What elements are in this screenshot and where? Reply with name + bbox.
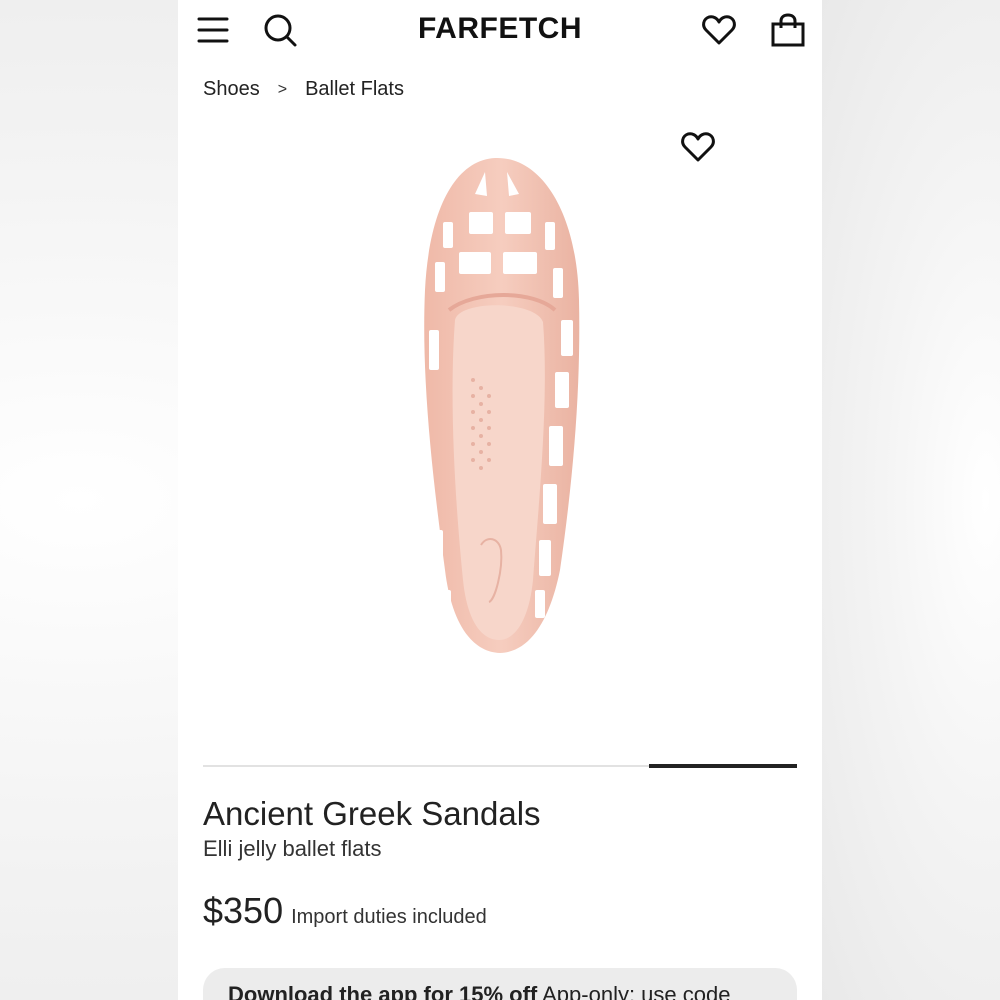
heart-outline-icon[interactable] bbox=[680, 130, 716, 164]
product-price: $350 bbox=[203, 890, 284, 931]
product-name: Elli jelly ballet flats bbox=[203, 836, 382, 861]
product-image-gallery[interactable] bbox=[178, 120, 822, 750]
gallery-progress-indicator bbox=[648, 764, 797, 768]
breadcrumb-separator: > bbox=[277, 80, 288, 98]
breadcrumb-item-ballet-flats[interactable]: Ballet Flats bbox=[305, 78, 404, 101]
gallery-progress-track bbox=[203, 764, 797, 768]
promo-bold-text: Download the app for 15% off bbox=[228, 982, 538, 1000]
bag-icon[interactable] bbox=[770, 12, 806, 48]
price-row: $350 Import duties included bbox=[203, 890, 487, 932]
product-page: FARFETCH Shoes > Ballet Flats Ancient Gr… bbox=[178, 0, 822, 1000]
top-navigation-bar: FARFETCH bbox=[178, 0, 822, 62]
background-right bbox=[822, 0, 1000, 1000]
duties-note: Import duties included bbox=[291, 906, 487, 928]
heart-icon[interactable] bbox=[701, 12, 737, 48]
breadcrumb: Shoes > Ballet Flats bbox=[203, 78, 404, 101]
promo-text: App-only: use code bbox=[537, 982, 731, 1000]
product-brand[interactable]: Ancient Greek Sandals bbox=[203, 795, 541, 833]
breadcrumb-item-shoes[interactable]: Shoes bbox=[203, 78, 260, 101]
app-promo-banner[interactable]: Download the app for 15% off App-only: u… bbox=[203, 968, 797, 1000]
shoe-image bbox=[424, 157, 580, 654]
